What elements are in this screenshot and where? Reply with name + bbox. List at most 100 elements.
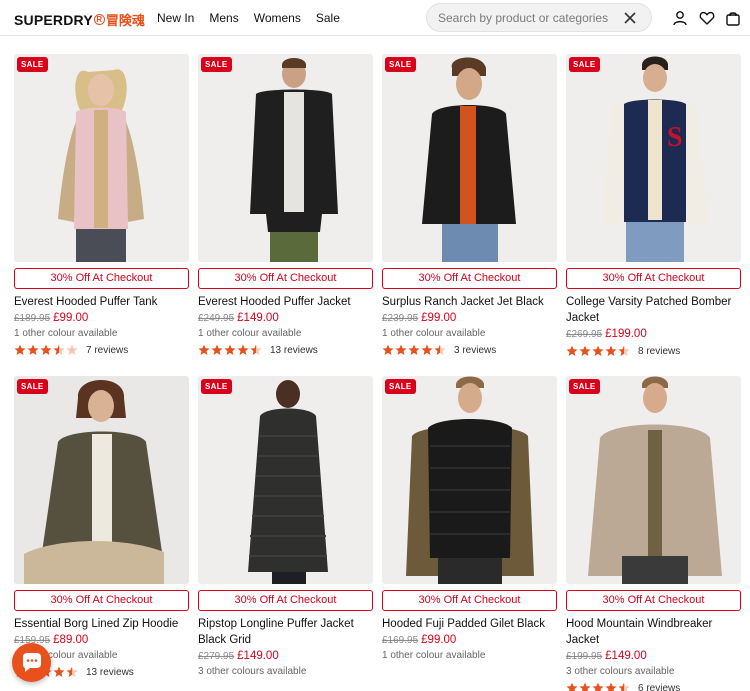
star-icon bbox=[27, 344, 39, 355]
sale-price: £89.00 bbox=[53, 634, 89, 646]
star-icon bbox=[566, 682, 578, 691]
product-name[interactable]: Everest Hooded Puffer Jacket bbox=[198, 294, 373, 310]
close-icon[interactable] bbox=[623, 11, 637, 25]
product-card[interactable]: SALE 30% Off At Checkout Essential Borg … bbox=[14, 376, 189, 678]
model-photo bbox=[566, 376, 741, 584]
sale-badge: SALE bbox=[385, 379, 416, 394]
colour-availability: 1 other colour available bbox=[382, 328, 486, 339]
star-icon bbox=[224, 344, 236, 355]
svg-text:S: S bbox=[667, 122, 683, 153]
sale-badge: SALE bbox=[201, 57, 232, 72]
product-name[interactable]: Essential Borg Lined Zip Hoodie bbox=[14, 616, 189, 632]
model-photo bbox=[198, 376, 373, 584]
star-rating bbox=[566, 345, 630, 357]
product-card[interactable]: SALE 30% Off At Checkout Surplus Ranch J… bbox=[382, 54, 557, 356]
bag-icon[interactable] bbox=[725, 10, 741, 26]
star-icon bbox=[211, 344, 223, 355]
promo-banner: 30% Off At Checkout bbox=[198, 268, 373, 289]
product-card[interactable]: SALE 30% Off At Checkout Everest Hooded … bbox=[14, 54, 189, 356]
wishlist-heart-icon[interactable] bbox=[699, 10, 715, 26]
product-name[interactable]: Everest Hooded Puffer Tank bbox=[14, 294, 189, 310]
promo-banner: 30% Off At Checkout bbox=[198, 590, 373, 611]
product-name[interactable]: Surplus Ranch Jacket Jet Black bbox=[382, 294, 557, 310]
promo-banner: 30% Off At Checkout bbox=[566, 590, 741, 611]
colour-availability: 1 other colour available bbox=[198, 328, 302, 339]
sale-badge: SALE bbox=[17, 57, 48, 72]
rating: 8 reviews bbox=[566, 344, 741, 358]
star-icon bbox=[53, 344, 65, 355]
search-input[interactable] bbox=[438, 10, 618, 26]
superdry-logo[interactable]: SUPERDRY R 冒険魂 bbox=[14, 10, 145, 29]
nav-new-in[interactable]: New In bbox=[157, 11, 194, 25]
chat-bubble-icon bbox=[23, 653, 41, 672]
star-rating bbox=[566, 682, 630, 691]
star-rating bbox=[198, 344, 262, 356]
product-name[interactable]: Ripstop Longline Puffer Jacket Black Gri… bbox=[198, 616, 373, 648]
sale-price: £149.00 bbox=[237, 312, 279, 324]
original-price: £279.95 bbox=[198, 651, 235, 662]
product-card[interactable]: SALE 30% Off At Checkout Ripstop Longlin… bbox=[198, 376, 373, 677]
model-photo bbox=[382, 376, 557, 584]
sale-price: £149.00 bbox=[237, 650, 279, 662]
product-name[interactable]: College Varsity Patched Bomber Jacket bbox=[566, 294, 741, 326]
star-icon bbox=[592, 345, 604, 356]
star-rating bbox=[382, 344, 446, 356]
product-card[interactable]: SALE 30% Off At Checkout Hooded Fuji Pad… bbox=[382, 376, 557, 661]
promo-banner: 30% Off At Checkout bbox=[566, 268, 741, 289]
account-icon[interactable] bbox=[672, 10, 688, 26]
product-image[interactable]: SALE bbox=[382, 54, 557, 262]
nav-womens[interactable]: Womens bbox=[254, 11, 301, 25]
logo-japanese-text: 冒険魂 bbox=[105, 13, 145, 28]
product-name[interactable]: Hooded Fuji Padded Gilet Black bbox=[382, 616, 557, 632]
star-icon bbox=[237, 344, 249, 355]
star-icon bbox=[250, 344, 262, 355]
rating: 6 reviews bbox=[566, 681, 741, 691]
sale-badge: SALE bbox=[569, 57, 600, 72]
review-count[interactable]: 13 reviews bbox=[270, 345, 318, 356]
review-count[interactable]: 7 reviews bbox=[86, 345, 128, 356]
original-price: £199.95 bbox=[566, 651, 603, 662]
promo-banner: 30% Off At Checkout bbox=[382, 268, 557, 289]
rating: 3 reviews bbox=[382, 343, 557, 357]
star-icon bbox=[408, 344, 420, 355]
review-count[interactable]: 13 reviews bbox=[86, 667, 134, 678]
promo-banner: 30% Off At Checkout bbox=[382, 590, 557, 611]
star-icon bbox=[618, 682, 630, 691]
product-card[interactable]: S SALE 30% Off At Checkout College Varsi… bbox=[566, 54, 741, 357]
star-icon bbox=[53, 666, 65, 677]
product-name[interactable]: Hood Mountain Windbreaker Jacket bbox=[566, 616, 741, 648]
review-count[interactable]: 8 reviews bbox=[638, 346, 680, 357]
review-count[interactable]: 3 reviews bbox=[454, 345, 496, 356]
nav-sale[interactable]: Sale bbox=[316, 11, 340, 25]
sale-price: £149.00 bbox=[605, 650, 647, 662]
star-icon bbox=[592, 682, 604, 691]
product-image[interactable]: SALE bbox=[14, 376, 189, 584]
original-price: £239.95 bbox=[382, 313, 419, 324]
logo-text: SUPERDRY bbox=[14, 11, 93, 28]
sale-badge: SALE bbox=[569, 379, 600, 394]
chat-button[interactable] bbox=[12, 643, 51, 682]
star-icon bbox=[40, 344, 52, 355]
product-image[interactable]: SALE bbox=[382, 376, 557, 584]
product-image[interactable]: S SALE bbox=[566, 54, 741, 262]
sale-price: £99.00 bbox=[421, 634, 457, 646]
product-image[interactable]: SALE bbox=[198, 54, 373, 262]
original-price: £189.95 bbox=[14, 313, 51, 324]
review-count[interactable]: 6 reviews bbox=[638, 683, 680, 691]
product-card[interactable]: SALE 30% Off At Checkout Everest Hooded … bbox=[198, 54, 373, 356]
product-card[interactable]: SALE 30% Off At Checkout Hood Mountain W… bbox=[566, 376, 741, 691]
rating: 13 reviews bbox=[198, 343, 373, 357]
star-icon bbox=[605, 345, 617, 356]
star-icon bbox=[421, 344, 433, 355]
product-image[interactable]: SALE bbox=[14, 54, 189, 262]
model-photo bbox=[14, 54, 189, 262]
sale-badge: SALE bbox=[17, 379, 48, 394]
star-icon bbox=[618, 345, 630, 356]
original-price: £269.95 bbox=[566, 329, 603, 340]
nav-mens[interactable]: Mens bbox=[209, 11, 238, 25]
original-price: £169.95 bbox=[382, 635, 419, 646]
product-image[interactable]: SALE bbox=[566, 376, 741, 584]
product-image[interactable]: SALE bbox=[198, 376, 373, 584]
colour-availability: 3 other colours available bbox=[198, 666, 307, 677]
star-icon bbox=[14, 344, 26, 355]
